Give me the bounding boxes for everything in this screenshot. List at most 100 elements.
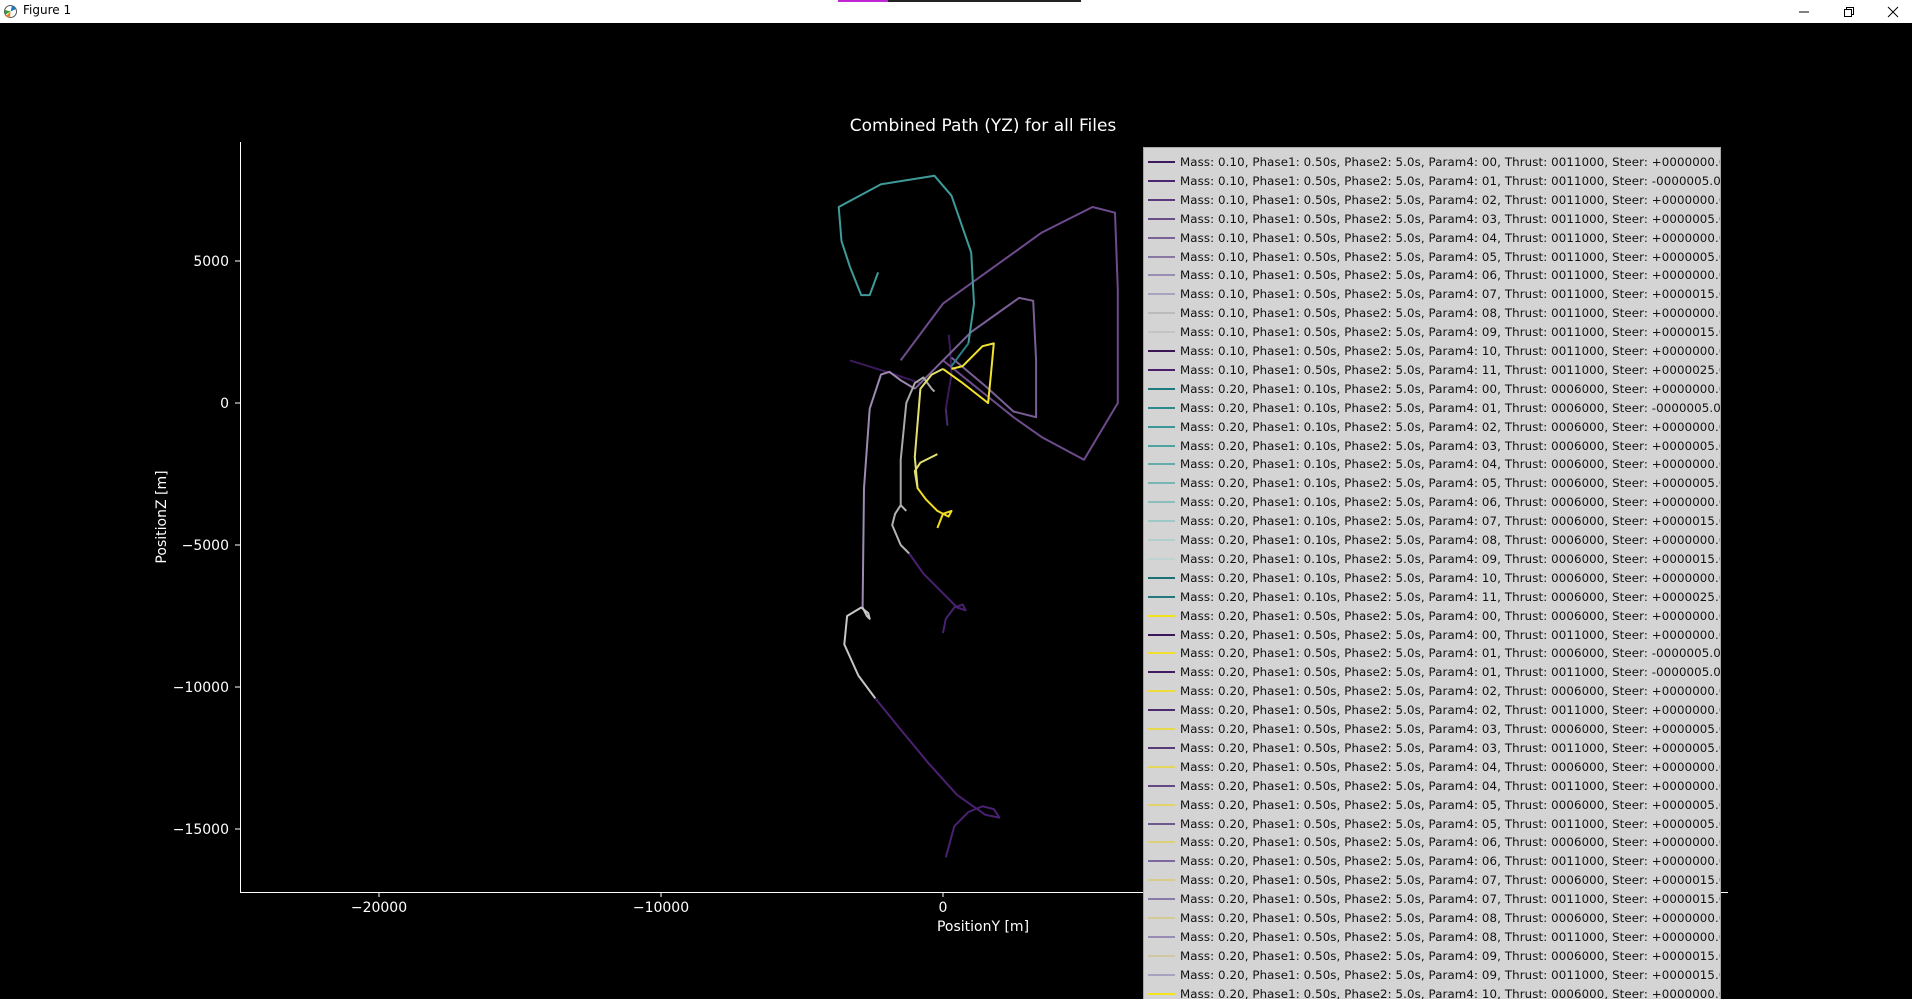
legend-item: Mass: 0.20, Phase1: 0.10s, Phase2: 5.0s,… [1144, 418, 1720, 437]
legend-label: Mass: 0.20, Phase1: 0.50s, Phase2: 5.0s,… [1180, 627, 1721, 642]
legend-item: Mass: 0.20, Phase1: 0.10s, Phase2: 5.0s,… [1144, 474, 1720, 493]
legend-swatch [1148, 652, 1175, 655]
legend-item: Mass: 0.10, Phase1: 0.50s, Phase2: 5.0s,… [1144, 210, 1720, 229]
legend-item: Mass: 0.20, Phase1: 0.10s, Phase2: 5.0s,… [1144, 455, 1720, 474]
legend-swatch [1148, 784, 1175, 787]
series-path-15 [916, 487, 953, 529]
legend-swatch [1148, 520, 1175, 523]
legend-label: Mass: 0.20, Phase1: 0.50s, Phase2: 5.0s,… [1180, 873, 1721, 888]
restore-button[interactable] [1826, 0, 1872, 22]
legend-label: Mass: 0.20, Phase1: 0.50s, Phase2: 5.0s,… [1180, 665, 1721, 680]
legend-item: Mass: 0.20, Phase1: 0.10s, Phase2: 5.0s,… [1144, 531, 1720, 550]
legend-label: Mass: 0.20, Phase1: 0.50s, Phase2: 5.0s,… [1180, 816, 1721, 831]
legend: Mass: 0.10, Phase1: 0.50s, Phase2: 5.0s,… [1143, 147, 1721, 999]
series-layer [837, 174, 1119, 858]
y-tick-label: −15000 [173, 822, 229, 838]
legend-item: Mass: 0.20, Phase1: 0.50s, Phase2: 5.0s,… [1144, 607, 1720, 626]
legend-item: Mass: 0.20, Phase1: 0.50s, Phase2: 5.0s,… [1144, 626, 1720, 645]
legend-swatch [1148, 917, 1175, 919]
legend-swatch [1148, 255, 1175, 258]
y-tick-label: 0 [220, 396, 229, 412]
legend-label: Mass: 0.10, Phase1: 0.50s, Phase2: 5.0s,… [1180, 287, 1721, 302]
legend-item: Mass: 0.20, Phase1: 0.50s, Phase2: 5.0s,… [1144, 777, 1720, 796]
legend-swatch [1148, 274, 1175, 277]
legend-label: Mass: 0.10, Phase1: 0.50s, Phase2: 5.0s,… [1180, 268, 1721, 283]
legend-swatch [1148, 501, 1175, 504]
legend-item: Mass: 0.10, Phase1: 0.50s, Phase2: 5.0s,… [1144, 361, 1720, 380]
legend-item: Mass: 0.20, Phase1: 0.50s, Phase2: 5.0s,… [1144, 928, 1720, 947]
legend-item: Mass: 0.10, Phase1: 0.50s, Phase2: 5.0s,… [1144, 323, 1720, 342]
legend-label: Mass: 0.20, Phase1: 0.50s, Phase2: 5.0s,… [1180, 608, 1721, 623]
legend-item: Mass: 0.20, Phase1: 0.50s, Phase2: 5.0s,… [1144, 966, 1720, 985]
series-path-7 [891, 504, 910, 555]
legend-item: Mass: 0.20, Phase1: 0.50s, Phase2: 5.0s,… [1144, 947, 1720, 966]
y-tick-label: −10000 [173, 680, 229, 696]
legend-item: Mass: 0.20, Phase1: 0.10s, Phase2: 5.0s,… [1144, 550, 1720, 569]
x-tick-label: −10000 [633, 900, 689, 916]
legend-label: Mass: 0.20, Phase1: 0.10s, Phase2: 5.0s,… [1180, 514, 1721, 529]
titlebar-accent-highlight [838, 0, 888, 2]
series-path-3 [899, 206, 1119, 461]
legend-item: Mass: 0.10, Phase1: 0.50s, Phase2: 5.0s,… [1144, 285, 1720, 304]
legend-swatch [1148, 728, 1175, 730]
minimize-button[interactable] [1781, 0, 1827, 22]
legend-swatch [1148, 557, 1175, 560]
legend-label: Mass: 0.10, Phase1: 0.50s, Phase2: 5.0s,… [1180, 325, 1721, 340]
legend-swatch [1148, 406, 1175, 409]
window-title: Figure 1 [23, 3, 72, 17]
series-path-13 [913, 368, 944, 490]
window-titlebar: Figure 1 [0, 0, 1912, 24]
legend-label: Mass: 0.20, Phase1: 0.50s, Phase2: 5.0s,… [1180, 967, 1721, 982]
legend-item: Mass: 0.10, Phase1: 0.50s, Phase2: 5.0s,… [1144, 191, 1720, 210]
legend-item: Mass: 0.10, Phase1: 0.50s, Phase2: 5.0s,… [1144, 342, 1720, 361]
legend-label: Mass: 0.20, Phase1: 0.50s, Phase2: 5.0s,… [1180, 929, 1721, 944]
legend-label: Mass: 0.20, Phase1: 0.50s, Phase2: 5.0s,… [1180, 684, 1721, 699]
legend-item: Mass: 0.20, Phase1: 0.50s, Phase2: 5.0s,… [1144, 852, 1720, 871]
close-button[interactable] [1870, 0, 1912, 22]
legend-label: Mass: 0.20, Phase1: 0.50s, Phase2: 5.0s,… [1180, 911, 1721, 925]
legend-item: Mass: 0.20, Phase1: 0.50s, Phase2: 5.0s,… [1144, 663, 1720, 682]
x-tick-label: 0 [939, 900, 948, 916]
x-tick-label: −20000 [351, 900, 407, 916]
legend-item: Mass: 0.20, Phase1: 0.50s, Phase2: 5.0s,… [1144, 739, 1720, 758]
legend-swatch [1148, 217, 1175, 220]
legend-swatch [1148, 350, 1175, 352]
legend-item: Mass: 0.20, Phase1: 0.50s, Phase2: 5.0s,… [1144, 890, 1720, 909]
legend-label: Mass: 0.20, Phase1: 0.50s, Phase2: 5.0s,… [1180, 892, 1721, 907]
y-axis-label: PositionZ [m] [154, 470, 170, 563]
legend-item: Mass: 0.20, Phase1: 0.50s, Phase2: 5.0s,… [1144, 701, 1720, 720]
legend-label: Mass: 0.20, Phase1: 0.10s, Phase2: 5.0s,… [1180, 419, 1721, 434]
legend-swatch [1148, 293, 1175, 296]
legend-swatch [1148, 614, 1175, 617]
legend-item: Mass: 0.20, Phase1: 0.50s, Phase2: 5.0s,… [1144, 909, 1720, 928]
series-path-0 [849, 359, 921, 385]
legend-swatch [1148, 992, 1175, 995]
legend-swatch [1148, 179, 1175, 182]
series-path-10 [908, 552, 967, 634]
legend-label: Mass: 0.10, Phase1: 0.50s, Phase2: 5.0s,… [1180, 344, 1721, 358]
legend-label: Mass: 0.10, Phase1: 0.50s, Phase2: 5.0s,… [1180, 155, 1721, 169]
matplotlib-app-icon [4, 5, 17, 18]
legend-swatch [1148, 576, 1175, 579]
legend-item: Mass: 0.20, Phase1: 0.50s, Phase2: 5.0s,… [1144, 833, 1720, 852]
series-path-11 [837, 174, 975, 344]
legend-swatch [1148, 935, 1175, 938]
legend-label: Mass: 0.20, Phase1: 0.50s, Phase2: 5.0s,… [1180, 759, 1721, 774]
legend-swatch [1148, 671, 1175, 674]
legend-item: Mass: 0.10, Phase1: 0.50s, Phase2: 5.0s,… [1144, 153, 1720, 172]
legend-swatch [1148, 898, 1175, 901]
legend-label: Mass: 0.20, Phase1: 0.10s, Phase2: 5.0s,… [1180, 495, 1721, 510]
series-path-9 [874, 697, 1001, 858]
legend-item: Mass: 0.20, Phase1: 0.50s, Phase2: 5.0s,… [1144, 720, 1720, 739]
legend-label: Mass: 0.20, Phase1: 0.10s, Phase2: 5.0s,… [1180, 400, 1721, 415]
legend-swatch [1148, 312, 1175, 315]
legend-label: Mass: 0.20, Phase1: 0.50s, Phase2: 5.0s,… [1180, 835, 1721, 850]
tick-layer: −20000 −10000 0 5000 0 −5000 −10000 −15000 [173, 254, 948, 916]
legend-item: Mass: 0.10, Phase1: 0.50s, Phase2: 5.0s,… [1144, 266, 1720, 285]
legend-item: Mass: 0.20, Phase1: 0.10s, Phase2: 5.0s,… [1144, 399, 1720, 418]
legend-swatch [1148, 954, 1175, 957]
legend-label: Mass: 0.20, Phase1: 0.50s, Phase2: 5.0s,… [1180, 986, 1721, 999]
legend-swatch [1148, 765, 1175, 768]
legend-label: Mass: 0.10, Phase1: 0.50s, Phase2: 5.0s,… [1180, 230, 1721, 245]
restore-icon [1844, 7, 1854, 17]
